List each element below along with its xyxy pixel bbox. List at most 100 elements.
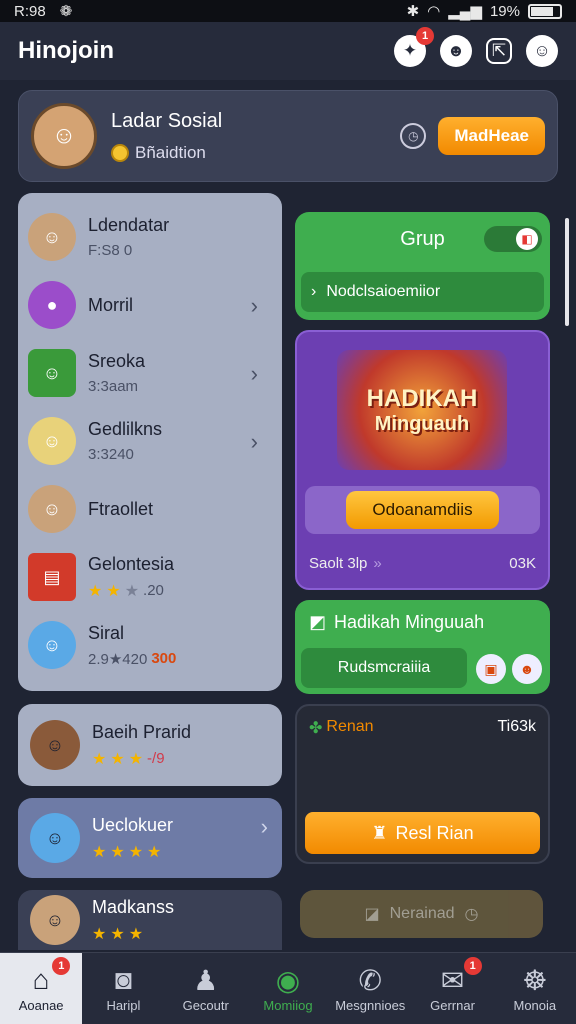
star-icon: ★ xyxy=(110,925,125,943)
item-rating: ★ ★ ★ ★ xyxy=(92,842,173,862)
chat-icon: ◉ xyxy=(275,965,301,996)
mail-icon: ✉ xyxy=(440,965,465,996)
weekly-title-text: Hadikah Minguuah xyxy=(334,612,485,632)
profile-avatar: ☺ xyxy=(31,103,97,169)
profile-subtitle-text: Bñaidtion xyxy=(135,142,206,162)
promo-card[interactable]: HADIKAH Minguauh Odoanamdiis Saolt 3lp »… xyxy=(295,330,550,590)
weekly-title: ◩ Hadikah Minguuah xyxy=(309,612,484,633)
nav-item-camera[interactable]: ◙ Haripl xyxy=(82,953,164,1024)
profile-action-button[interactable]: MadHeae xyxy=(438,117,545,155)
list-item[interactable]: ● Morril › xyxy=(28,271,272,339)
coin-icon xyxy=(111,143,129,162)
reward-button[interactable]: ♜ Resl Rian xyxy=(305,812,540,854)
reward-title: Renan xyxy=(326,718,374,735)
wifi-icon: ◠ xyxy=(427,3,441,20)
nav-item-phone[interactable]: ✆ Mesgnnioes xyxy=(329,953,411,1024)
gift-icon[interactable]: ▣ xyxy=(476,654,506,684)
item-rating: ★ ★ ★ -/9 xyxy=(92,749,191,769)
app-header: Hinojoin ✦ 1 ☻ ⇱ ☺ xyxy=(0,22,576,80)
profile-name: Ladar Sosial xyxy=(111,109,223,132)
item-sub: .20 xyxy=(143,582,164,599)
nav-label: Haripl xyxy=(106,998,141,1013)
avatar: ● xyxy=(28,281,76,329)
group-bar[interactable]: › Nodclsaioemiior xyxy=(301,272,544,312)
nav-item-person[interactable]: ♟ Gecoutr xyxy=(165,953,247,1024)
chevron-right-icon[interactable]: › xyxy=(251,293,258,319)
group-card[interactable]: Grup ◧ › Nodclsaioemiior xyxy=(295,212,550,320)
star-icon: ★ xyxy=(128,750,144,768)
star-icon: ★ xyxy=(128,843,144,861)
reward-button-label: Resl Rian xyxy=(395,822,474,843)
list-item[interactable]: ☺ Ldendatar F:S8 0 xyxy=(28,203,272,271)
profile-subtitle: Bñaidtion xyxy=(111,143,222,163)
star-icon: ★ xyxy=(92,750,107,768)
app-title: Hinojoin xyxy=(18,37,114,64)
avatar: ☺ xyxy=(28,621,76,669)
friend-card[interactable]: ☺ Baeih Prarid ★ ★ ★ -/9 xyxy=(18,704,282,786)
profile-card[interactable]: ☺ Ladar Sosial Bñaidtion ◷ MadHeae xyxy=(18,90,558,182)
item-sub: 2.9★420 300 xyxy=(88,650,176,668)
nav-badge: 1 xyxy=(52,957,71,975)
reward-count: Ti63k xyxy=(497,718,536,735)
notification-icon[interactable]: ✦ 1 xyxy=(394,27,434,67)
list-item[interactable]: ☺ Siral 2.9★420 300 xyxy=(28,611,272,679)
group-toggle[interactable]: ◧ xyxy=(484,226,542,252)
clock-icon[interactable]: ◷ xyxy=(400,123,427,149)
smiley-icon[interactable]: ☻ xyxy=(512,654,542,684)
profile-face-icon[interactable]: ☺ xyxy=(526,35,558,67)
item-name: Siral xyxy=(88,622,125,643)
nav-item-group[interactable]: ☸ Monoia xyxy=(494,953,576,1024)
weekly-bar[interactable]: Rudsmcraiiia xyxy=(301,648,467,688)
friend-card[interactable]: ☺ Madkanss ★ ★ ★ xyxy=(18,890,282,950)
nav-label: Mesgnnioes xyxy=(335,998,406,1013)
scrollbar[interactable] xyxy=(565,218,569,326)
nav-item-chat[interactable]: ◉ Momiiog xyxy=(247,953,329,1024)
clock-icon: ◷ xyxy=(464,906,479,923)
chat-icon[interactable]: ☻ xyxy=(440,35,472,67)
nav-item-home[interactable]: ⌂ Aoanae 1 xyxy=(0,953,83,1024)
trophy-icon: ♜ xyxy=(371,822,388,843)
promo-button[interactable]: Odoanamdiis xyxy=(346,491,499,529)
item-badge: 300 xyxy=(151,650,177,667)
share-icon[interactable]: ⇱ xyxy=(486,38,512,64)
nav-label: Momiiog xyxy=(263,998,313,1013)
weekly-reward-card[interactable]: ◩ Hadikah Minguuah Rudsmcraiiia ▣ ☻ xyxy=(295,600,550,694)
star-icon: ★ xyxy=(147,843,162,861)
item-sub: 3:3240 xyxy=(88,446,134,463)
item-name: Madkanss xyxy=(92,896,175,917)
nav-label: Gerrnar xyxy=(430,998,475,1013)
star-icon: ★ xyxy=(92,925,107,943)
image-icon: ◩ xyxy=(309,612,327,632)
list-item[interactable]: ☺ Gedlilkns 3:3240 › xyxy=(28,407,272,475)
chevron-right-icon[interactable]: › xyxy=(261,814,268,840)
star-icon: ★ xyxy=(88,582,103,600)
battery-percent: 19% xyxy=(489,2,520,20)
notification-badge: 1 xyxy=(416,27,434,45)
disabled-card[interactable]: ◪ Nerainad ◷ xyxy=(300,890,543,938)
nav-badge: 1 xyxy=(463,957,482,975)
friend-card[interactable]: ☺ Ueclokuer ★ ★ ★ ★ › xyxy=(18,798,282,878)
chevron-right-icon[interactable]: › xyxy=(251,361,258,387)
promo-footer-left: Saolt 3lp xyxy=(309,555,368,572)
status-bar: R:98 ❁ ✱ ◠ ▂▄▆ 19% xyxy=(0,0,576,22)
list-item[interactable]: ☺ Sreoka 3:3aam › xyxy=(28,339,272,407)
star-icon: ★ xyxy=(106,582,121,600)
list-item[interactable]: ☺ Ftraollet xyxy=(28,475,272,543)
avatar: ☺ xyxy=(28,213,76,261)
list-item[interactable]: ▤ Gelontesia ★ ★ ★ .20 xyxy=(28,543,272,611)
friends-list: ☺ Ldendatar F:S8 0 ● Morril › ☺ Sreoka 3… xyxy=(18,193,282,691)
chevron-right-icon[interactable]: › xyxy=(251,429,258,455)
avatar: ☺ xyxy=(28,349,76,397)
reward-card: ✤ Renan Ti63k ♜ Resl Rian xyxy=(295,704,550,864)
item-name: Ftraollet xyxy=(88,498,154,519)
nav-item-mail[interactable]: ✉ Gerrnar 1 xyxy=(411,953,493,1024)
home-icon: ⌂ xyxy=(32,964,50,995)
star-icon: ★ xyxy=(110,750,125,768)
bluetooth-icon: ✱ xyxy=(406,3,420,20)
item-rating: ★ ★ ★ xyxy=(92,924,174,944)
arrow-right-icon: » xyxy=(373,555,382,572)
promo-footer: Saolt 3lp » 03K xyxy=(309,555,536,572)
reward-header: ✤ Renan Ti63k xyxy=(309,718,536,738)
item-badge: -/9 xyxy=(147,750,165,767)
bottom-nav: ⌂ Aoanae 1 ◙ Haripl ♟ Gecoutr ◉ Momiiog … xyxy=(0,952,576,1024)
